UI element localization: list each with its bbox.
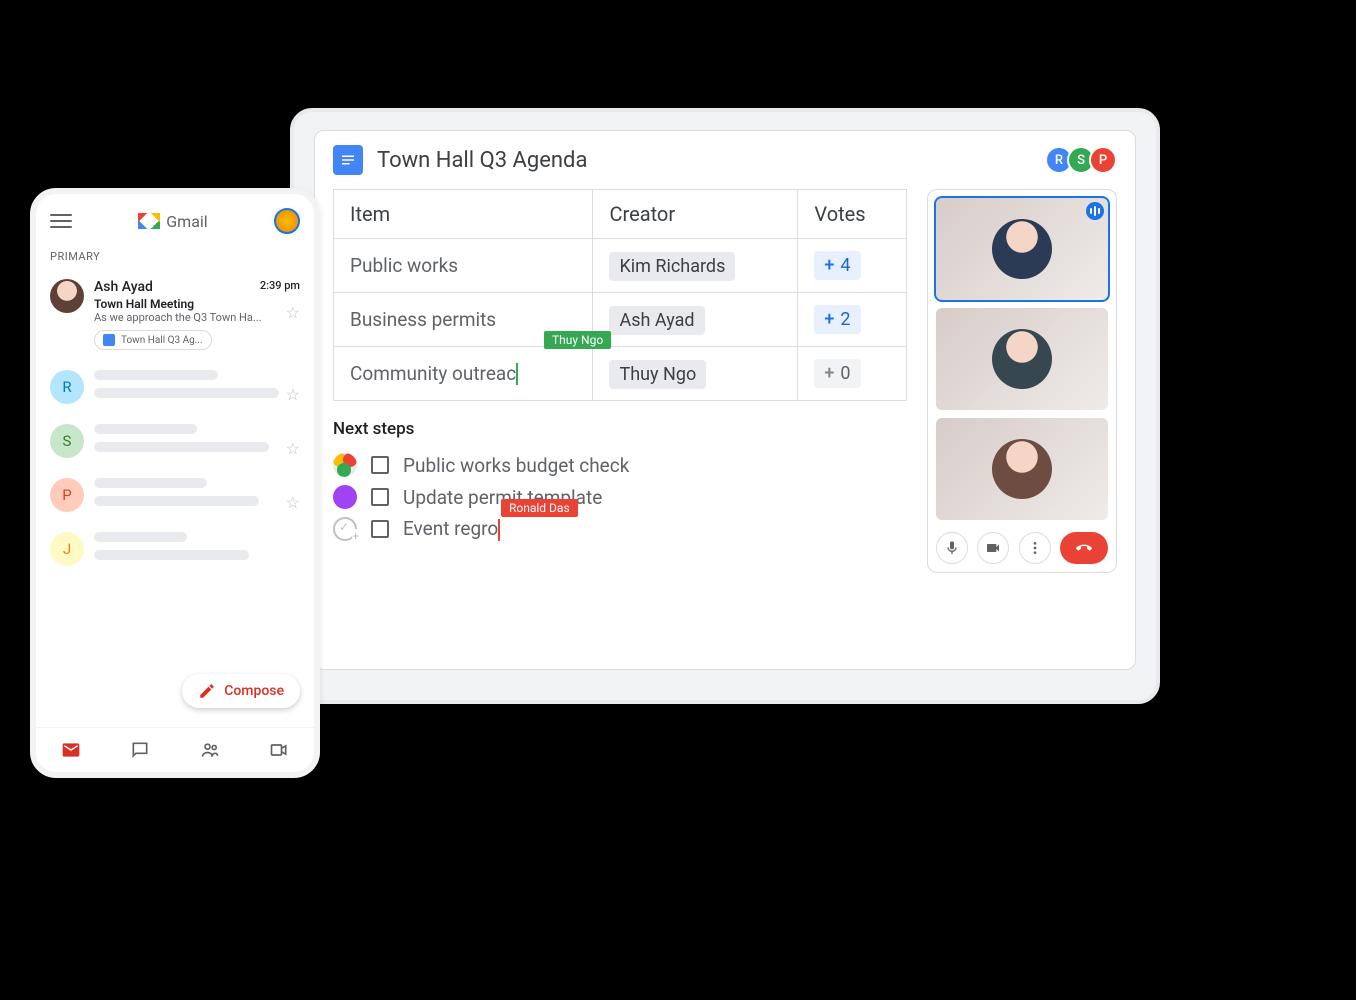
plus-icon: + (824, 255, 834, 276)
checkbox-icon[interactable] (371, 456, 389, 474)
assignee-avatar-icon[interactable] (333, 485, 357, 509)
step-label[interactable]: Public works budget check (403, 454, 629, 477)
email-item-placeholder[interactable]: S ☆ (36, 414, 314, 468)
nav-spaces-icon[interactable] (198, 738, 222, 762)
mic-button[interactable] (936, 532, 968, 564)
email-item[interactable]: Ash Ayad Town Hall Meeting As we approac… (36, 269, 314, 360)
email-item-placeholder[interactable]: P ☆ (36, 468, 314, 522)
nav-meet-icon[interactable] (267, 738, 291, 762)
th-creator: Creator (593, 190, 798, 239)
assign-person-icon[interactable] (333, 517, 357, 541)
hangup-button[interactable] (1060, 532, 1108, 564)
star-icon[interactable]: ☆ (286, 385, 300, 404)
docs-header: Town Hall Q3 Agenda R S P (315, 131, 1135, 189)
docs-mini-icon (103, 334, 115, 346)
gmail-brand-text: Gmail (166, 212, 207, 231)
step-label[interactable]: Event regro Ronald Das (403, 517, 500, 541)
th-votes: Votes (798, 190, 907, 239)
meet-participant-tile[interactable] (936, 198, 1108, 300)
nav-mail-icon[interactable] (59, 738, 83, 762)
menu-icon[interactable] (50, 210, 72, 232)
docs-window: Town Hall Q3 Agenda R S P Item Creator V… (314, 130, 1136, 670)
participant-video-placeholder (992, 439, 1052, 499)
creator-chip[interactable]: Thuy Ngo (609, 360, 706, 389)
collaborator-avatars: R S P (1051, 146, 1117, 174)
google-docs-icon (333, 145, 363, 175)
star-icon[interactable]: ☆ (286, 493, 300, 512)
docs-main: Item Creator Votes Public works Kim Rich… (333, 189, 907, 573)
creator-chip[interactable]: Kim Richards (609, 252, 735, 281)
vote-chip[interactable]: +4 (814, 251, 860, 280)
account-avatar[interactable] (274, 208, 300, 234)
star-icon[interactable]: ☆ (286, 439, 300, 458)
email-snippet: As we approach the Q3 Town Ha... (94, 311, 300, 324)
phone-frame: Gmail PRIMARY Ash Ayad Town Hall Meeting… (30, 188, 320, 778)
creator-chip[interactable]: Ash Ayad (609, 306, 704, 335)
docs-title[interactable]: Town Hall Q3 Agenda (377, 148, 1037, 173)
table-row[interactable]: Business permits Ash Ayad +2 (334, 293, 907, 347)
gmail-header: Gmail (36, 194, 314, 242)
compose-button[interactable]: Compose (182, 674, 300, 708)
sender-avatar[interactable]: J (50, 532, 84, 566)
table-row[interactable]: Public works Kim Richards +4 (334, 239, 907, 293)
plus-icon: + (824, 309, 834, 330)
meet-controls (936, 528, 1108, 564)
collab-cursor-label: Ronald Das (501, 499, 578, 517)
step-row[interactable]: Update permit template (333, 481, 907, 513)
participant-video-placeholder (992, 329, 1052, 389)
next-steps-section: Next steps Public works budget check Upd… (333, 419, 907, 545)
step-row[interactable]: Public works budget check (333, 449, 907, 481)
checkbox-icon[interactable] (371, 488, 389, 506)
step-row[interactable]: Event regro Ronald Das (333, 513, 907, 545)
compose-label: Compose (224, 683, 284, 699)
agenda-table[interactable]: Item Creator Votes Public works Kim Rich… (333, 189, 907, 401)
table-row[interactable]: Community outreac Thuy Ngo Thuy Ngo +0 (334, 347, 907, 401)
vote-chip[interactable]: +0 (814, 359, 860, 388)
collab-cursor-icon (498, 519, 500, 541)
participant-video-placeholder (992, 219, 1052, 279)
assignee-multi-icon[interactable] (333, 453, 357, 477)
gmail-logo: Gmail (138, 212, 207, 231)
plus-icon: + (824, 363, 834, 384)
laptop-frame: Town Hall Q3 Agenda R S P Item Creator V… (290, 108, 1160, 704)
email-item-placeholder[interactable]: R ☆ (36, 360, 314, 414)
th-item: Item (334, 190, 593, 239)
camera-button[interactable] (977, 532, 1009, 564)
email-item-placeholder[interactable]: J (36, 522, 314, 576)
collab-cursor-icon (516, 363, 518, 385)
gmail-bottom-nav (36, 727, 314, 772)
attachment-chip[interactable]: Town Hall Q3 Ag... (94, 330, 212, 350)
next-steps-title: Next steps (333, 419, 907, 439)
email-subject: Town Hall Meeting (94, 297, 300, 311)
sender-avatar[interactable] (50, 279, 84, 313)
cell-item[interactable]: Community outreac Thuy Ngo (334, 347, 593, 401)
vote-chip[interactable]: +2 (814, 305, 860, 334)
collab-cursor-label: Thuy Ngo (544, 331, 611, 349)
attachment-name: Town Hall Q3 Ag... (121, 335, 203, 346)
checkbox-icon[interactable] (371, 520, 389, 538)
sender-avatar[interactable]: P (50, 478, 84, 512)
meet-participant-tile[interactable] (936, 418, 1108, 520)
collaborator-avatar-p[interactable]: P (1089, 146, 1117, 174)
sender-avatar[interactable]: R (50, 370, 84, 404)
meet-panel (927, 189, 1117, 573)
email-list[interactable]: Ash Ayad Town Hall Meeting As we approac… (36, 269, 314, 727)
star-icon[interactable]: ☆ (286, 303, 300, 322)
email-time: 2:39 pm (260, 279, 300, 292)
inbox-tab-label[interactable]: PRIMARY (36, 242, 314, 269)
nav-chat-icon[interactable] (128, 738, 152, 762)
sender-avatar[interactable]: S (50, 424, 84, 458)
more-options-button[interactable] (1019, 532, 1051, 564)
gmail-logo-icon (138, 213, 160, 229)
speaking-indicator-icon (1086, 202, 1104, 220)
cell-item[interactable]: Public works (334, 239, 593, 293)
meet-participant-tile[interactable] (936, 308, 1108, 410)
